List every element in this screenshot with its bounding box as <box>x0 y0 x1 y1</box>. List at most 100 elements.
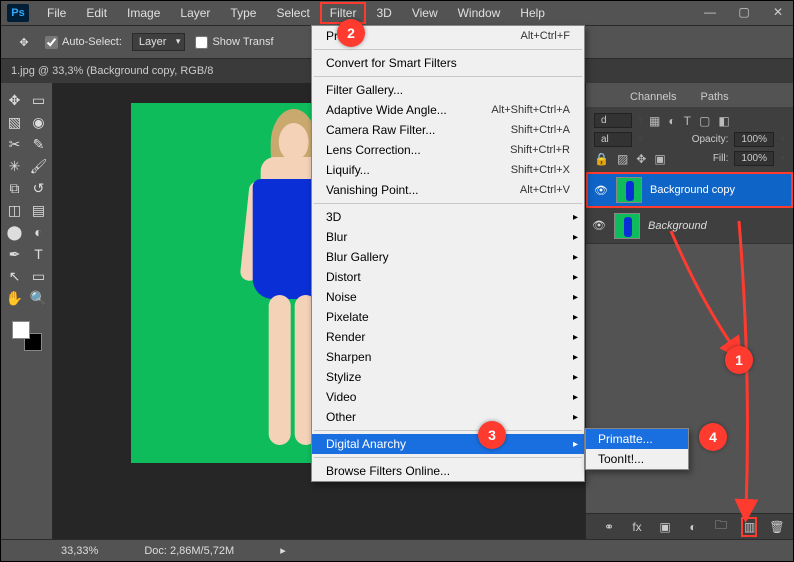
auto-select-checkbox[interactable]: Auto-Select: <box>45 36 122 49</box>
blend-mode[interactable]: al <box>594 132 632 147</box>
zoom-tool[interactable]: 🔍 <box>28 287 50 309</box>
document-tab[interactable]: 1.jpg @ 33,3% (Background copy, RGB/8 <box>11 65 213 77</box>
menu-type[interactable]: Type <box>220 2 266 24</box>
foreground-color[interactable] <box>12 321 30 339</box>
layer-row-background[interactable]: 👁 Background <box>586 208 793 244</box>
layer-name: Background copy <box>650 184 735 196</box>
menu-file[interactable]: File <box>37 2 76 24</box>
filter-adjust-icon[interactable]: ◐ <box>668 114 675 128</box>
filter-video[interactable]: Video <box>312 387 584 407</box>
auto-select-target[interactable]: Layer <box>132 33 186 51</box>
dodge-tool[interactable]: ◐ <box>28 221 50 243</box>
menu-layer[interactable]: Layer <box>170 2 220 24</box>
shape-tool[interactable]: ▭ <box>28 265 50 287</box>
eraser-tool[interactable]: ◫ <box>4 199 26 221</box>
layer-row-background-copy[interactable]: 👁 Background copy <box>586 172 793 208</box>
filter-noise[interactable]: Noise <box>312 287 584 307</box>
filter-pixel-icon[interactable]: ▦ <box>649 114 660 128</box>
kind-filter[interactable]: d <box>594 113 632 128</box>
filter-stylize[interactable]: Stylize <box>312 367 584 387</box>
filter-gallery[interactable]: Filter Gallery... <box>312 80 584 100</box>
visibility-icon[interactable]: 👁 <box>594 184 608 197</box>
mask-icon[interactable]: ▣ <box>657 520 673 534</box>
lock-all-icon[interactable]: 🔒 <box>594 152 609 166</box>
show-transform-input[interactable] <box>195 36 208 49</box>
filter-blur-gallery[interactable]: Blur Gallery <box>312 247 584 267</box>
opacity-value[interactable]: 100% <box>734 132 774 147</box>
menu-image[interactable]: Image <box>117 2 170 24</box>
path-tool[interactable]: ↖ <box>4 265 26 287</box>
tab-paths[interactable]: Paths <box>690 87 738 107</box>
lock-icons: 🔒 ▨ ✥ ▣ <box>594 152 666 166</box>
pen-tool[interactable]: ✒ <box>4 243 26 265</box>
link-icon[interactable]: ⚭ <box>601 520 617 534</box>
filter-sharpen[interactable]: Sharpen <box>312 347 584 367</box>
show-transform-checkbox[interactable]: Show Transf <box>195 36 273 49</box>
move-tool[interactable]: ✥ <box>4 89 26 111</box>
menu-edit[interactable]: Edit <box>76 2 117 24</box>
submenu-primatte[interactable]: Primatte... <box>586 429 688 449</box>
submenu-toonit[interactable]: ToonIt!... <box>586 449 688 469</box>
separator <box>314 457 582 458</box>
auto-select-input[interactable] <box>45 36 58 49</box>
restore-button[interactable]: ▢ <box>737 5 751 19</box>
filter-browse[interactable]: Browse Filters Online... <box>312 461 584 481</box>
filter-lens[interactable]: Lens Correction... Shift+Ctrl+R <box>312 140 584 160</box>
blur-tool[interactable]: ⬤ <box>4 221 26 243</box>
lasso-tool[interactable]: ◉ <box>28 111 50 133</box>
history-brush[interactable]: ↺ <box>28 177 50 199</box>
filter-other[interactable]: Other <box>312 407 584 427</box>
move-tool-icon[interactable]: ✥ <box>13 31 35 53</box>
filter-vanish[interactable]: Vanishing Point... Alt+Ctrl+V <box>312 180 584 200</box>
brush-tool[interactable]: 🖌 <box>28 155 50 177</box>
filter-smart[interactable]: Convert for Smart Filters <box>312 53 584 73</box>
tab-channels[interactable]: Channels <box>620 87 686 107</box>
filter-raw-shortcut: Shift+Ctrl+A <box>511 124 570 136</box>
status-arrow-icon[interactable]: ▸ <box>280 544 286 557</box>
fill-value[interactable]: 100% <box>734 151 774 166</box>
menu-select[interactable]: Select <box>266 2 319 24</box>
type-tool[interactable]: T <box>28 243 50 265</box>
marquee-tool[interactable]: ▧ <box>4 111 26 133</box>
filter-render[interactable]: Render <box>312 327 584 347</box>
filter-digital-anarchy[interactable]: Digital Anarchy <box>312 434 584 454</box>
group-icon[interactable]: 🗀 <box>713 516 729 537</box>
toolbox: ✥▭ ▧◉ ✂✎ ✳🖌 ⧉↺ ◫▤ ⬤◐ ✒T ↖▭ ✋🔍 <box>1 83 53 539</box>
gradient-tool[interactable]: ▤ <box>28 199 50 221</box>
menu-help[interactable]: Help <box>510 2 555 24</box>
zoom-level[interactable]: 33,33% <box>61 545 98 557</box>
close-button[interactable]: ✕ <box>771 5 785 19</box>
filter-blur[interactable]: Blur <box>312 227 584 247</box>
artboard-tool[interactable]: ▭ <box>28 89 50 111</box>
filter-3d[interactable]: 3D <box>312 207 584 227</box>
filter-raw[interactable]: Camera Raw Filter... Shift+Ctrl+A <box>312 120 584 140</box>
minimize-button[interactable]: — <box>703 5 717 19</box>
menu-window[interactable]: Window <box>448 2 511 24</box>
stamp-tool[interactable]: ⧉ <box>4 177 26 199</box>
visibility-icon[interactable]: 👁 <box>592 219 606 232</box>
filter-adaptive[interactable]: Adaptive Wide Angle... Alt+Shift+Ctrl+A <box>312 100 584 120</box>
filter-liquify[interactable]: Liquify... Shift+Ctrl+X <box>312 160 584 180</box>
lock-pos-icon[interactable]: ✥ <box>636 152 646 166</box>
filter-distort[interactable]: Distort <box>312 267 584 287</box>
delete-icon[interactable]: 🗑 <box>769 520 785 534</box>
new-layer-icon[interactable]: ▥ <box>741 517 757 537</box>
lock-artboard-icon[interactable]: ▣ <box>654 152 665 166</box>
filter-pixelate[interactable]: Pixelate <box>312 307 584 327</box>
lock-pixel-icon[interactable]: ▨ <box>617 152 628 166</box>
crop-tool[interactable]: ✂ <box>4 133 26 155</box>
digital-anarchy-submenu: Primatte... ToonIt!... <box>585 428 689 470</box>
filter-lens-label: Lens Correction... <box>326 143 421 157</box>
adjustment-icon[interactable]: ◐ <box>685 520 701 534</box>
eyedropper-tool[interactable]: ✎ <box>28 133 50 155</box>
color-swatches[interactable] <box>12 321 42 351</box>
filter-smart-icon[interactable]: ◧ <box>718 114 729 128</box>
fx-icon[interactable]: fx <box>629 520 645 534</box>
menu-view[interactable]: View <box>402 2 448 24</box>
filter-type-icon[interactable]: T <box>684 114 691 128</box>
layer-name: Background <box>648 220 707 232</box>
heal-tool[interactable]: ✳ <box>4 155 26 177</box>
menu-3d[interactable]: 3D <box>366 2 401 24</box>
filter-shape-icon[interactable]: ▢ <box>699 114 710 128</box>
hand-tool[interactable]: ✋ <box>4 287 26 309</box>
